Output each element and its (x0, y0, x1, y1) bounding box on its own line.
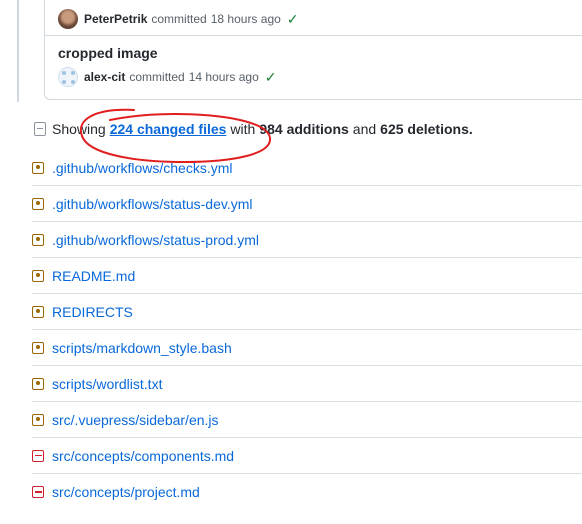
file-row[interactable]: src/concepts/project.md (32, 474, 582, 510)
file-modified-icon (32, 197, 44, 210)
file-deleted-icon (32, 486, 44, 498)
summary-and: and (352, 121, 377, 137)
timeline-line (17, 0, 19, 102)
file-modified-icon (32, 305, 44, 318)
file-name-link[interactable]: .github/workflows/status-prod.yml (52, 232, 259, 248)
file-modified-icon (32, 341, 44, 354)
file-row[interactable]: src/concepts/components.md (32, 438, 582, 474)
commit-item: alex-cit committed 14 hours ago ✓ (58, 67, 277, 87)
file-name-link[interactable]: src/concepts/project.md (52, 484, 200, 500)
file-row[interactable]: README.md (32, 258, 582, 294)
commit-item: PeterPetrik committed 18 hours ago ✓ (58, 9, 299, 29)
commit-action: committed (151, 12, 207, 26)
file-row[interactable]: scripts/markdown_style.bash (32, 330, 582, 366)
commit-time[interactable]: 18 hours ago (211, 12, 281, 26)
file-name-link[interactable]: scripts/markdown_style.bash (52, 340, 232, 356)
file-name-link[interactable]: README.md (52, 268, 135, 284)
file-modified-icon (32, 233, 44, 246)
file-diff-icon (34, 122, 46, 136)
summary-with: with (230, 121, 256, 137)
diff-summary: Showing 224 changed files with 984 addit… (34, 121, 477, 137)
additions-count: 984 additions (259, 121, 349, 137)
file-modified-icon (32, 269, 44, 282)
file-name-link[interactable]: REDIRECTS (52, 304, 133, 320)
file-row[interactable]: scripts/wordlist.txt (32, 366, 582, 402)
avatar[interactable] (58, 67, 78, 87)
changed-files-list: .github/workflows/checks.yml .github/work… (32, 150, 582, 510)
file-row[interactable]: src/.vuepress/sidebar/en.js (32, 402, 582, 438)
commit-author[interactable]: PeterPetrik (84, 12, 147, 26)
file-modified-icon (32, 377, 44, 390)
file-row[interactable]: REDIRECTS (32, 294, 582, 330)
file-modified-icon (32, 413, 44, 426)
commit-action: committed (129, 70, 185, 84)
commit-list: PeterPetrik committed 18 hours ago ✓ cro… (44, 0, 582, 100)
commit-title[interactable]: cropped image (58, 45, 158, 61)
deletions-count: 625 deletions. (380, 121, 473, 137)
check-icon[interactable]: ✓ (265, 69, 277, 86)
avatar[interactable] (58, 9, 78, 29)
file-name-link[interactable]: scripts/wordlist.txt (52, 376, 162, 392)
commit-author[interactable]: alex-cit (84, 70, 125, 84)
file-row[interactable]: .github/workflows/status-dev.yml (32, 186, 582, 222)
file-name-link[interactable]: .github/workflows/status-dev.yml (52, 196, 252, 212)
file-row[interactable]: .github/workflows/checks.yml (32, 150, 582, 186)
changed-files-link[interactable]: 224 changed files (110, 121, 227, 137)
commit-time[interactable]: 14 hours ago (189, 70, 259, 84)
file-name-link[interactable]: src/.vuepress/sidebar/en.js (52, 412, 219, 428)
summary-prefix: Showing (52, 121, 106, 137)
commit-divider (45, 35, 582, 36)
file-name-link[interactable]: src/concepts/components.md (52, 448, 234, 464)
check-icon[interactable]: ✓ (287, 11, 299, 28)
file-name-link[interactable]: .github/workflows/checks.yml (52, 160, 233, 176)
file-deleted-icon (32, 449, 44, 462)
file-row[interactable]: .github/workflows/status-prod.yml (32, 222, 582, 258)
file-modified-icon (32, 161, 44, 174)
